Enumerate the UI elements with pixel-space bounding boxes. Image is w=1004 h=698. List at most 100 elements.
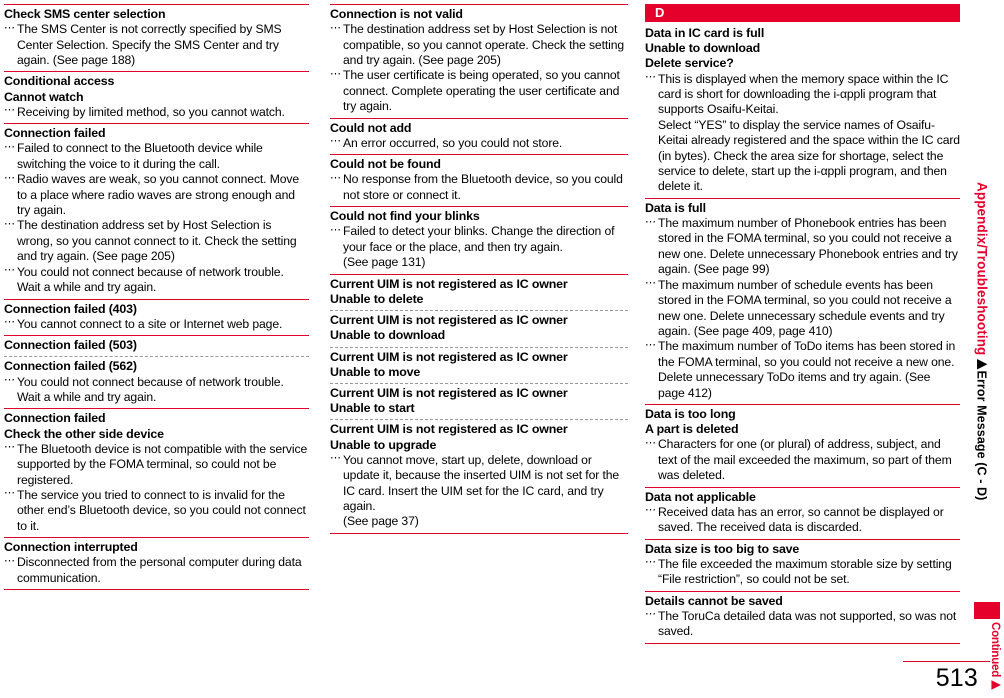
column-1: Check SMS center selection ⋯ The SMS Cente… [4, 4, 309, 591]
error-message-term: Details cannot be saved [645, 593, 783, 608]
ellipsis-bullet-icon: ⋯ [330, 452, 342, 465]
description-text: Failed to connect to the Bluetooth devic… [17, 141, 309, 172]
error-message-term: Data in IC card is full [645, 26, 765, 40]
description-text: The user certificate is being operated, … [343, 68, 628, 114]
description-line: The user certificate is being operated, … [343, 68, 620, 114]
error-message-entry: Could not be found ⋯ No response from the … [330, 154, 628, 206]
error-message-entry: Could not add ⋯ An error occurred, so you … [330, 117, 628, 155]
description-line: This is displayed when the memory space … [658, 71, 949, 117]
error-message-description: ⋯ The Bluetooth device is not compatible … [4, 441, 309, 488]
error-message-entry: Connection failed (562) ⋯ You could not co… [4, 356, 309, 408]
continued-label: Continued▶ [988, 622, 1002, 691]
description-line: You cannot connect to a site or Internet… [17, 316, 283, 331]
ellipsis-bullet-icon: ⋯ [645, 215, 657, 228]
ellipsis-bullet-icon: ⋯ [645, 277, 657, 290]
continued-text: Continued [989, 622, 1001, 678]
ellipsis-bullet-icon: ⋯ [4, 217, 16, 230]
error-message-term: Current UIM is not registered as IC owne… [330, 349, 568, 364]
error-message-term: A part is deleted [645, 422, 739, 437]
ellipsis-bullet-icon: ⋯ [330, 21, 342, 34]
description-line: You could not connect because of network… [17, 374, 284, 404]
error-message-entry: Data is too long A part is deleted ⋯ Charac… [645, 403, 960, 487]
error-message-description: ⋯ The file exceeded the maximum storable … [645, 556, 960, 588]
ellipsis-bullet-icon: ⋯ [645, 556, 657, 569]
error-message-description: ⋯ Failed to connect to the Bluetooth devi… [4, 141, 309, 172]
error-message-term: Conditional access [4, 74, 115, 89]
description-line: The maximum number of schedule events ha… [658, 277, 952, 338]
error-message-term: Connection failed [4, 126, 106, 141]
description-line: No response from the Bluetooth device, s… [343, 172, 623, 202]
page-number: 513 [935, 664, 978, 692]
side-tab-section: ▶Error Message (C - D) [974, 355, 989, 501]
error-message-entry: Connection failed Check the other side de… [4, 408, 309, 537]
error-message-entry: Details cannot be saved ⋯ The ToruCa detai… [645, 590, 960, 644]
error-message-entry: Data not applicable ⋯ Received data has an… [645, 486, 960, 539]
description-line: Failed to detect your blinks. Change the… [343, 224, 615, 254]
description-text: You cannot move, start up, delete, downl… [343, 453, 628, 530]
error-message-term: Data is full [645, 200, 706, 215]
error-message-entry: Connection is not valid ⋯ The destination … [330, 4, 628, 118]
error-message-description: ⋯ You could not connect because of networ… [4, 264, 309, 296]
description-text: Disconnected from the personal computer … [17, 555, 309, 586]
ellipsis-bullet-icon: ⋯ [330, 67, 342, 80]
error-message-description: ⋯ Received data has an error, so cannot b… [645, 504, 960, 536]
ellipsis-bullet-icon: ⋯ [645, 504, 657, 517]
description-text: No response from the Bluetooth device, s… [343, 172, 628, 203]
description-text: You could not connect because of network… [17, 375, 309, 406]
description-line: (See page 37) [343, 514, 419, 529]
error-message-term: Connection interrupted [4, 540, 138, 555]
ellipsis-bullet-icon: ⋯ [645, 71, 657, 84]
error-message-term: Connection failed (562) [4, 359, 137, 374]
error-message-description: ⋯ The destination address set by Host Sel… [330, 22, 628, 68]
description-line: Radio waves are weak, so you cannot conn… [17, 172, 300, 218]
error-message-term: Unable to download [330, 328, 446, 343]
error-message-term: Unable to upgrade [330, 437, 437, 452]
description-text: The maximum number of ToDo items has bee… [658, 339, 960, 401]
description-line: The file exceeded the maximum storable s… [658, 556, 952, 587]
error-message-description: ⋯ The user certificate is being operated,… [330, 68, 628, 114]
error-message-entry: Connection failed ⋯ Failed to connect to t… [4, 123, 309, 298]
description-text: Characters for one (or plural) of addres… [658, 437, 960, 483]
description-text: Receiving by limited method, so you cann… [17, 105, 309, 120]
description-text: The ToruCa detailed data was not support… [658, 609, 960, 640]
description-line: Select “YES” to display the service name… [658, 117, 960, 194]
description-line: Characters for one (or plural) of addres… [658, 437, 952, 483]
error-message-term: Unable to download [645, 41, 761, 56]
page-canvas: Check SMS center selection ⋯ The SMS Cente… [0, 0, 1004, 698]
ellipsis-bullet-icon: ⋯ [4, 140, 16, 153]
description-line: The SMS Center is not correctly specifie… [17, 22, 282, 68]
error-message-term: Connection failed (503) [4, 338, 137, 353]
error-message-description: ⋯ No response from the Bluetooth device, … [330, 172, 628, 203]
error-message-term: Could not be found [330, 157, 441, 172]
ellipsis-bullet-icon: ⋯ [645, 436, 657, 449]
description-text: The maximum number of schedule events ha… [658, 278, 960, 340]
error-message-term: Connection is not valid [330, 7, 463, 21]
description-text: The service you tried to connect to is i… [17, 488, 309, 534]
error-message-term: Delete service? [645, 56, 734, 71]
ellipsis-bullet-icon: ⋯ [645, 338, 657, 351]
error-message-description: ⋯ The maximum number of ToDo items has be… [645, 339, 960, 401]
error-message-term: Current UIM is not registered as IC owne… [330, 385, 568, 400]
side-tab-bar: Appendix/Troubleshooting▶Error Message (… [960, 0, 1004, 698]
error-message-term: Unable to delete [330, 291, 424, 306]
description-line: The ToruCa detailed data was not support… [658, 608, 957, 639]
ellipsis-bullet-icon: ⋯ [4, 21, 16, 34]
description-text: This is displayed when the memory space … [658, 72, 960, 195]
description-text: The file exceeded the maximum storable s… [658, 557, 960, 588]
description-text: The destination address set by Host Sele… [343, 22, 628, 68]
error-message-description: ⋯ You could not connect because of networ… [4, 374, 309, 406]
error-message-entry: Current UIM is not registered as IC owne… [330, 273, 628, 310]
error-message-description: ⋯ Failed to detect your blinks. Change th… [330, 224, 628, 270]
description-line: Failed to connect to the Bluetooth devic… [17, 141, 263, 171]
error-message-term: Current UIM is not registered as IC owne… [330, 422, 568, 437]
ellipsis-bullet-icon: ⋯ [330, 171, 342, 184]
error-message-term: Data size is too big to save [645, 541, 800, 556]
error-message-description: ⋯ Disconnected from the personal computer… [4, 555, 309, 586]
ellipsis-bullet-icon: ⋯ [4, 487, 16, 500]
error-message-description: ⋯ Radio waves are weak, so you cannot con… [4, 172, 309, 218]
description-line: The maximum number of Phonebook entries … [658, 216, 958, 277]
error-message-description: ⋯ Receiving by limited method, so you can… [4, 104, 309, 120]
error-message-entry: Conditional access Cannot watch ⋯ Receiving… [4, 71, 309, 123]
error-message-entry: Connection failed (503) [4, 335, 309, 356]
ellipsis-bullet-icon: ⋯ [4, 374, 16, 387]
